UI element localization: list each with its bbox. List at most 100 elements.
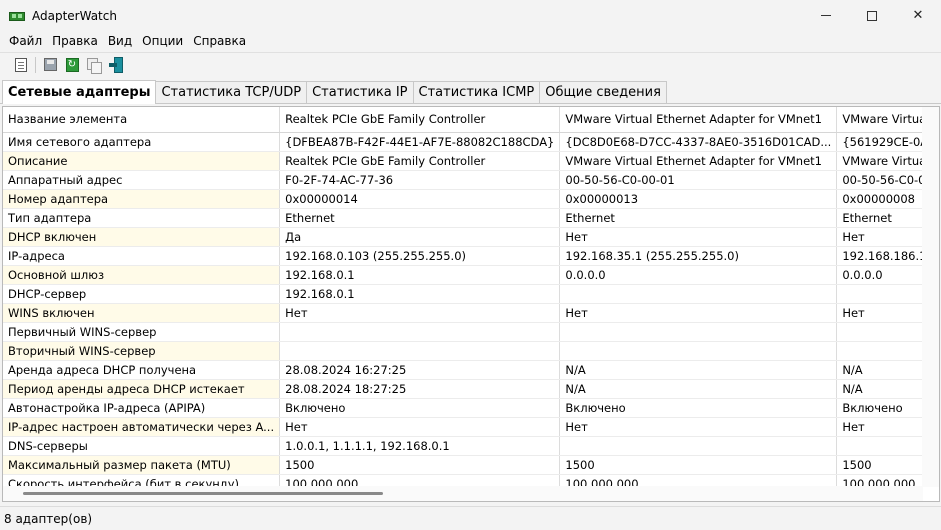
value-cell: 0x00000014 xyxy=(279,189,561,209)
value-cell: VMware Virtual Ethernet Adapter for VMne… xyxy=(836,151,923,171)
column-header[interactable]: Realtek PCIe GbE Family Controller xyxy=(279,107,561,133)
value-cell: Нет xyxy=(836,417,923,437)
adapter-table: Название элемента Realtek PCIe GbE Famil… xyxy=(3,107,923,487)
row-label-cell: Автонастройка IP-адреса (APIPA) xyxy=(3,398,281,418)
value-cell: 1500 xyxy=(836,455,923,475)
value-cell: 1.0.0.1, 1.1.1.1, 192.168.0.1 xyxy=(279,436,561,456)
toolbar: ↻ xyxy=(0,52,941,76)
status-text: 8 адаптер(ов) xyxy=(4,511,93,526)
value-cell xyxy=(279,322,561,342)
value-cell xyxy=(836,436,923,456)
minimize-button[interactable] xyxy=(803,0,849,31)
value-cell: {DC8D0E68-D7CC-4337-8AE0-3516D01CAD... xyxy=(559,132,838,152)
value-cell: Ethernet xyxy=(836,208,923,228)
table-row[interactable]: DNS-серверы 1.0.0.1, 1.1.1.1, 192.168.0.1 xyxy=(3,436,923,456)
copy-icon xyxy=(87,57,102,74)
value-cell: Включено xyxy=(279,398,561,418)
row-label-cell: DNS-серверы xyxy=(3,436,281,456)
horizontal-scrollbar[interactable] xyxy=(3,486,923,501)
value-cell: N/A xyxy=(836,360,923,380)
value-cell xyxy=(559,322,838,342)
tab-general-info[interactable]: Общие сведения xyxy=(539,81,667,103)
tab-tcp-udp-stats[interactable]: Статистика TCP/UDP xyxy=(155,81,308,103)
vertical-scrollbar[interactable] xyxy=(922,107,939,487)
window-title: AdapterWatch xyxy=(32,8,117,23)
value-cell: Да xyxy=(279,227,561,247)
row-label-cell: Описание xyxy=(3,151,281,171)
exit-icon xyxy=(109,56,123,73)
row-label-cell: IP-адреса xyxy=(3,246,281,266)
value-cell: 192.168.0.103 (255.255.255.0) xyxy=(279,246,561,266)
value-cell: Нет xyxy=(559,227,838,247)
value-cell: 192.168.35.1 (255.255.255.0) xyxy=(559,246,838,266)
value-cell: N/A xyxy=(559,360,838,380)
row-label-cell: Основной шлюз xyxy=(3,265,281,285)
tab-strip: Сетевые адаптеры Статистика TCP/UDP Стат… xyxy=(0,80,941,104)
tab-ip-stats[interactable]: Статистика IP xyxy=(306,81,414,103)
column-header[interactable]: Название элемента xyxy=(3,107,281,133)
menu-help[interactable]: Справка xyxy=(188,34,251,48)
value-cell: Нет xyxy=(279,417,561,437)
value-cell: Нет xyxy=(836,303,923,323)
value-cell: Нет xyxy=(836,227,923,247)
table-row[interactable]: WINS включен Нет Нет Нет xyxy=(3,303,923,323)
row-label-cell: DHCP-сервер xyxy=(3,284,281,304)
tab-icmp-stats[interactable]: Статистика ICMP xyxy=(412,81,541,103)
row-label-cell: DHCP включен xyxy=(3,227,281,247)
table-row[interactable]: Описание Realtek PCIe GbE Family Controll… xyxy=(3,151,923,171)
value-cell: N/A xyxy=(559,379,838,399)
table-row[interactable]: Имя сетевого адаптера {DFBEA87B-F42F-44E1… xyxy=(3,132,923,152)
value-cell: 00-50-56-C0-00-01 xyxy=(559,170,838,190)
table-row[interactable]: Период аренды адреса DHCP истекает 28.08.… xyxy=(3,379,923,399)
table-row[interactable]: DHCP включен Да Нет Нет xyxy=(3,227,923,247)
value-cell: 0x00000008 xyxy=(836,189,923,209)
maximize-icon xyxy=(867,10,877,21)
tab-network-adapters[interactable]: Сетевые адаптеры xyxy=(2,80,157,104)
menu-file[interactable]: Файл xyxy=(4,34,47,48)
maximize-button[interactable] xyxy=(849,0,895,31)
value-cell: N/A xyxy=(836,379,923,399)
value-cell: 1500 xyxy=(559,455,838,475)
value-cell: 0.0.0.0 xyxy=(559,265,838,285)
row-label-cell: Тип адаптера xyxy=(3,208,281,228)
window-controls: ✕ xyxy=(803,0,941,31)
menu-options[interactable]: Опции xyxy=(137,34,188,48)
value-cell xyxy=(559,341,838,361)
row-label-cell: Имя сетевого адаптера xyxy=(3,132,281,152)
save-button[interactable] xyxy=(39,54,61,76)
column-header[interactable]: VMware Virtual Ethernet Adapter for VMne… xyxy=(559,107,838,133)
menu-edit[interactable]: Правка xyxy=(47,34,103,48)
value-cell: Включено xyxy=(836,398,923,418)
exit-button[interactable] xyxy=(105,54,127,76)
new-report-button[interactable] xyxy=(10,54,32,76)
close-button[interactable]: ✕ xyxy=(895,0,941,31)
table-row[interactable]: IP-адрес настроен автоматически через A.… xyxy=(3,417,923,437)
new-report-icon xyxy=(15,57,27,72)
value-cell: Нет xyxy=(559,417,838,437)
table-row[interactable]: Тип адаптера Ethernet Ethernet Ethernet xyxy=(3,208,923,228)
refresh-button[interactable]: ↻ xyxy=(61,54,83,76)
value-cell: F0-2F-74-AC-77-36 xyxy=(279,170,561,190)
value-cell xyxy=(836,341,923,361)
value-cell: Realtek PCIe GbE Family Controller xyxy=(279,151,561,171)
table-row[interactable]: Основной шлюз 192.168.0.1 0.0.0.0 0.0.0.0 xyxy=(3,265,923,285)
value-cell: 192.168.0.1 xyxy=(279,284,561,304)
adapter-grid[interactable]: Название элемента Realtek PCIe GbE Famil… xyxy=(2,106,940,502)
table-row[interactable]: Аппаратный адрес F0-2F-74-AC-77-36 00-50-5… xyxy=(3,170,923,190)
table-row[interactable]: Максимальный размер пакета (MTU) 1500 1500… xyxy=(3,455,923,475)
table-row[interactable]: Первичный WINS-сервер xyxy=(3,322,923,342)
save-icon xyxy=(43,58,57,71)
copy-button[interactable] xyxy=(83,54,105,76)
adapter-table-viewport: Название элемента Realtek PCIe GbE Famil… xyxy=(3,107,923,487)
table-row[interactable]: DHCP-сервер 192.168.0.1 xyxy=(3,284,923,304)
value-cell: 28.08.2024 18:27:25 xyxy=(279,379,561,399)
table-row[interactable]: IP-адреса 192.168.0.103 (255.255.255.0) 19… xyxy=(3,246,923,266)
value-cell xyxy=(836,284,923,304)
table-row[interactable]: Вторичный WINS-сервер xyxy=(3,341,923,361)
table-row[interactable]: Аренда адреса DHCP получена 28.08.2024 16… xyxy=(3,360,923,380)
horizontal-scroll-thumb[interactable] xyxy=(23,492,383,495)
menu-view[interactable]: Вид xyxy=(103,34,137,48)
column-header[interactable]: VMware Virtual Ethernet Adapter for VMne… xyxy=(836,107,923,133)
table-row[interactable]: Автонастройка IP-адреса (APIPA) Включено В… xyxy=(3,398,923,418)
table-row[interactable]: Номер адаптера 0x00000014 0x00000013 0x0000… xyxy=(3,189,923,209)
